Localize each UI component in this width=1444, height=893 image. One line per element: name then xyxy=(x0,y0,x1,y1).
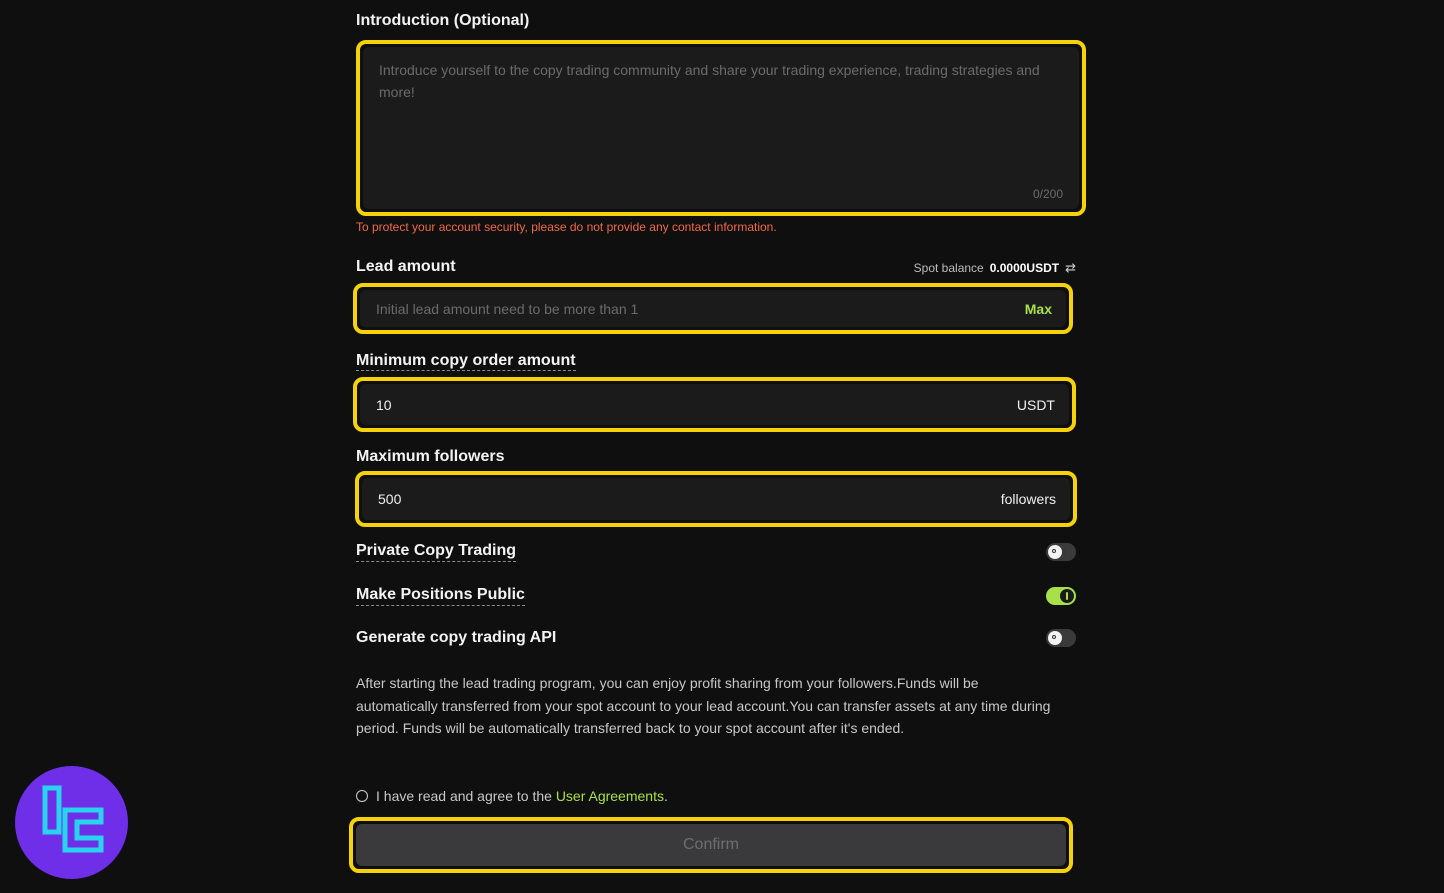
make-positions-public-row: Make Positions Public xyxy=(356,586,1076,606)
private-copy-trading-label[interactable]: Private Copy Trading xyxy=(356,542,517,562)
max-followers-unit: followers xyxy=(1000,491,1056,507)
introduction-textarea[interactable] xyxy=(363,47,1079,209)
brand-logo-icon xyxy=(42,785,104,853)
make-positions-public-toggle[interactable] xyxy=(1046,587,1076,605)
agreement-text: I have read and agree to the User Agreem… xyxy=(376,788,668,804)
transfer-swap-icon[interactable]: ⇄ xyxy=(1065,260,1076,276)
min-copy-label-wrap: Minimum copy order amount xyxy=(356,352,576,371)
spot-balance: Spot balance 0.0000USDT ⇄ xyxy=(914,260,1076,276)
introduction-char-counter: 0/200 xyxy=(1032,187,1063,201)
user-agreements-link[interactable]: User Agreements xyxy=(556,788,664,804)
introduction-field: 0/200 xyxy=(363,47,1079,209)
spot-balance-value: 0.0000USDT xyxy=(989,261,1060,275)
confirm-highlight: Confirm xyxy=(349,817,1073,873)
generate-api-toggle[interactable] xyxy=(1046,629,1076,647)
agreement-prefix: I have read and agree to the xyxy=(376,788,552,804)
toggle-knob xyxy=(1048,631,1062,645)
max-followers-field: followers xyxy=(362,478,1070,520)
max-followers-label: Maximum followers xyxy=(356,448,505,465)
confirm-button[interactable]: Confirm xyxy=(356,824,1066,866)
toggle-knob xyxy=(1048,545,1062,559)
lead-amount-field: Max xyxy=(360,290,1066,327)
agreement-suffix: . xyxy=(663,788,668,804)
max-followers-highlight: followers xyxy=(355,471,1077,527)
agreement-row: I have read and agree to the User Agreem… xyxy=(356,788,668,804)
toggle-knob xyxy=(1060,589,1074,603)
page: Introduction (Optional) 0/200 To protect… xyxy=(0,0,1444,893)
brand-logo xyxy=(15,766,128,879)
make-positions-public-label[interactable]: Make Positions Public xyxy=(356,586,525,606)
min-copy-label[interactable]: Minimum copy order amount xyxy=(356,352,576,371)
min-copy-field: USDT xyxy=(360,384,1069,425)
max-followers-input[interactable] xyxy=(362,478,1070,520)
security-warning: To protect your account security, please… xyxy=(356,220,777,234)
introduction-label: Introduction (Optional) xyxy=(356,12,530,29)
max-button[interactable]: Max xyxy=(1025,301,1052,317)
min-copy-unit: USDT xyxy=(1016,396,1055,413)
private-copy-trading-toggle[interactable] xyxy=(1046,543,1076,561)
lead-amount-highlight: Max xyxy=(353,283,1073,334)
lead-amount-label: Lead amount xyxy=(356,258,456,275)
min-copy-highlight: USDT xyxy=(353,377,1076,432)
generate-api-row: Generate copy trading API xyxy=(356,629,1076,647)
introduction-highlight: 0/200 xyxy=(356,40,1086,216)
private-copy-trading-row: Private Copy Trading xyxy=(356,542,1076,562)
spot-balance-label: Spot balance xyxy=(913,261,984,275)
lead-amount-input[interactable] xyxy=(360,290,1066,327)
lead-program-info: After starting the lead trading program,… xyxy=(356,675,1051,736)
generate-api-label: Generate copy trading API xyxy=(356,629,557,646)
min-copy-input[interactable] xyxy=(360,384,1069,425)
agreement-radio[interactable] xyxy=(356,790,368,802)
